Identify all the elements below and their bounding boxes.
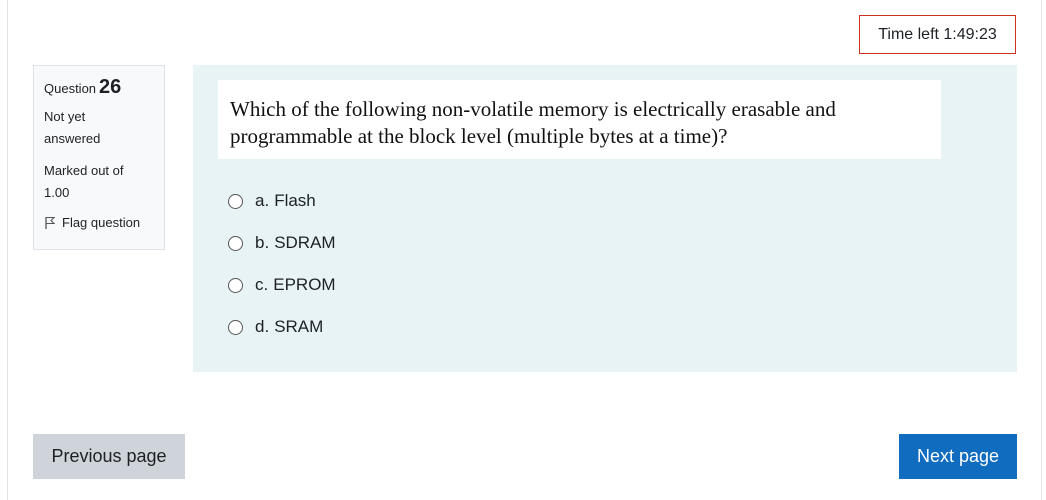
option-text: EPROM bbox=[273, 275, 336, 294]
flag-icon bbox=[44, 216, 56, 230]
flag-question-link[interactable]: Flag question bbox=[44, 212, 154, 234]
radio-unchecked-icon[interactable] bbox=[228, 319, 243, 335]
answer-option-b[interactable]: b. SDRAM bbox=[228, 229, 336, 257]
radio-unchecked-icon[interactable] bbox=[228, 193, 243, 209]
state-line-1: Not yet bbox=[44, 109, 86, 124]
answer-option-c[interactable]: c. EPROM bbox=[228, 271, 336, 299]
radio-unchecked-icon[interactable] bbox=[228, 235, 243, 251]
option-text: SDRAM bbox=[274, 233, 336, 252]
grade-line-1: Marked out of bbox=[44, 163, 124, 178]
radio-unchecked-icon[interactable] bbox=[228, 277, 243, 293]
option-letter: a. bbox=[255, 191, 270, 210]
answer-option-d[interactable]: d. SRAM bbox=[228, 313, 336, 341]
question-number: Question 26 bbox=[44, 76, 154, 100]
previous-page-button[interactable]: Previous page bbox=[33, 434, 185, 479]
option-letter: d. bbox=[255, 317, 270, 336]
question-state: Not yet answered bbox=[44, 106, 154, 150]
next-page-button[interactable]: Next page bbox=[899, 434, 1017, 479]
timer-label: Time left 1:49:23 bbox=[878, 25, 997, 43]
question-content: Which of the following non-volatile memo… bbox=[193, 65, 1017, 372]
option-letter: c. bbox=[255, 275, 269, 294]
option-text: SRAM bbox=[274, 317, 324, 336]
grade-line-2: 1.00 bbox=[44, 185, 70, 200]
question-info-box: Question 26 Not yet answered Marked out o… bbox=[33, 65, 165, 250]
question-text: Which of the following non-volatile memo… bbox=[218, 80, 941, 159]
state-line-2: answered bbox=[44, 131, 101, 146]
answer-options: a. Flash b. SDRAM c. EPROM d. SRAM bbox=[228, 187, 336, 355]
flag-question-label: Flag question bbox=[62, 215, 141, 230]
question-number-value: 26 bbox=[99, 76, 122, 98]
option-letter: b. bbox=[255, 233, 270, 252]
question-grade: Marked out of 1.00 bbox=[44, 160, 154, 204]
quiz-timer: Time left 1:49:23 bbox=[859, 15, 1016, 54]
question-label: Question bbox=[44, 81, 97, 96]
answer-option-a[interactable]: a. Flash bbox=[228, 187, 336, 215]
option-text: Flash bbox=[274, 191, 316, 210]
